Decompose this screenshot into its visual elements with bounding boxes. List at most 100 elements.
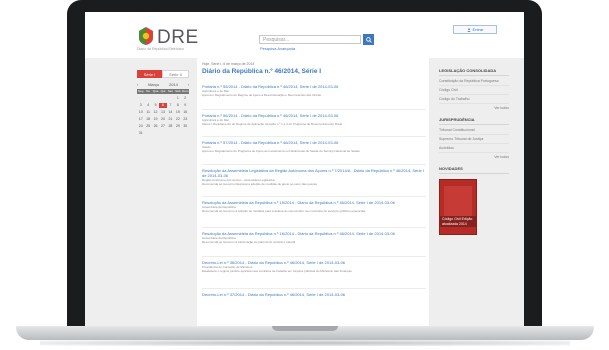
legislation-see-all-link[interactable]: Ver todos bbox=[439, 106, 509, 111]
diploma-summary: Recomenda ao Governo Regional a adoção d… bbox=[202, 182, 317, 186]
site-logo[interactable]: DRE Diário da República Eletrónico bbox=[137, 26, 207, 52]
calendar-day[interactable]: 20 bbox=[159, 117, 166, 122]
calendar-day[interactable]: 14 bbox=[167, 110, 174, 115]
calendar-empty-cell bbox=[137, 96, 144, 101]
weekday-label: Qua bbox=[152, 89, 159, 93]
calendar-day[interactable]: 12 bbox=[152, 110, 159, 115]
search-input[interactable]: Pesquisar... bbox=[259, 35, 361, 44]
diploma-entry: Decreto-Lei n.º 37/2014 - Diário da Repú… bbox=[202, 292, 426, 297]
sidebar-link[interactable]: Constituição da República Portuguesa bbox=[439, 79, 509, 86]
diploma-entry: Portaria n.º 57/2014 - Diário da Repúbli… bbox=[202, 140, 426, 153]
sidebar-link[interactable]: Tribunal Constitucional bbox=[439, 128, 509, 135]
calendar-day[interactable]: 27 bbox=[159, 124, 166, 129]
calendar-day[interactable]: 17 bbox=[137, 117, 144, 122]
calendar-day[interactable]: 9 bbox=[182, 103, 189, 108]
sidebar-link[interactable]: Supremo Tribunal de Justiça bbox=[439, 137, 509, 144]
calendar-day[interactable]: 23 bbox=[182, 117, 189, 122]
divider bbox=[202, 227, 426, 228]
calendar-day[interactable]: 31 bbox=[137, 131, 144, 136]
prev-month-button[interactable]: ‹ bbox=[137, 82, 138, 87]
jurisprudence-title: JURISPRUDÊNCIA bbox=[439, 117, 475, 122]
divider bbox=[439, 124, 509, 125]
calendar-weekdays: Seg Ter Qua Qui Sex Sáb Dom bbox=[137, 89, 189, 94]
legislation-list: Constituição da República Portuguesa Códi… bbox=[439, 79, 509, 104]
calendar-day[interactable]: 11 bbox=[144, 110, 151, 115]
diploma-entry: Portaria n.º 56/2014 - Diário da Repúbli… bbox=[202, 113, 426, 126]
calendar-day[interactable]: 22 bbox=[174, 117, 181, 122]
calendar-grid: 1 2 3 4 5 6 7 8 9 10 11 12 13 14 15 16 17 18 19 20 21 22 23 24 2… bbox=[137, 96, 189, 136]
calendar-panel: Série I Série II ‹ Março 2014 › Seg Ter Qu… bbox=[137, 70, 189, 136]
next-month-button[interactable]: › bbox=[188, 82, 189, 87]
calendar-day[interactable]: 1 bbox=[174, 96, 181, 101]
weekday-label: Sex bbox=[167, 89, 173, 93]
browser-viewport: DRE Diário da República Eletrónico Pesqu… bbox=[85, 12, 524, 326]
calendar-day[interactable]: 28 bbox=[167, 124, 174, 129]
diploma-summary: Aprova o Regulamento do Programa de Apoi… bbox=[202, 149, 360, 153]
divider bbox=[439, 173, 509, 174]
logo-text: DRE bbox=[157, 27, 199, 48]
weekday-label: Qui bbox=[160, 89, 166, 93]
calendar-day[interactable]: 15 bbox=[174, 110, 181, 115]
calendar-day[interactable]: 21 bbox=[167, 117, 174, 122]
calendar-empty-cell bbox=[152, 96, 159, 101]
news-title: NOVIDADES bbox=[439, 166, 463, 171]
page-title: Diário da República n.º 46/2014, Série I bbox=[202, 68, 322, 75]
user-icon bbox=[466, 27, 471, 32]
calendar-day[interactable]: 29 bbox=[174, 124, 181, 129]
calendar-day[interactable]: 7 bbox=[167, 103, 174, 108]
calendar-header: ‹ Março 2014 › bbox=[137, 82, 189, 87]
calendar-day[interactable]: 24 bbox=[137, 124, 144, 129]
calendar-day[interactable]: 13 bbox=[159, 110, 166, 115]
calendar-day[interactable]: 30 bbox=[182, 124, 189, 129]
jurisprudence-see-all-link[interactable]: Ver todos bbox=[439, 155, 509, 160]
tab-series-1[interactable]: Série I bbox=[137, 70, 162, 78]
diploma-title-link[interactable]: Resolução da Assembleia Legislativa da R… bbox=[202, 168, 426, 178]
book-label: Código Civil Edição atualizada 2014 bbox=[440, 216, 476, 227]
diploma-entry: Resolução da Assembleia Legislativa da R… bbox=[202, 168, 426, 186]
series-tabs: Série I Série II bbox=[137, 70, 189, 78]
tab-series-2[interactable]: Série II bbox=[162, 70, 189, 78]
breadcrumb: Hoje, Série I, 6 de março de 2014 bbox=[202, 62, 255, 66]
diploma-entry: Portaria n.º 55/2014 - Diário da Repúbli… bbox=[202, 84, 426, 97]
diploma-title-link[interactable]: Decreto-Lei n.º 37/2014 - Diário da Repú… bbox=[202, 292, 426, 297]
calendar-day[interactable]: 16 bbox=[182, 110, 189, 115]
divider bbox=[202, 109, 426, 110]
calendar-day[interactable]: 8 bbox=[174, 103, 181, 108]
calendar-empty-cell bbox=[167, 96, 174, 101]
calendar-day[interactable]: 2 bbox=[182, 96, 189, 101]
legislation-title: LEGISLAÇÃO CONSOLIDADA bbox=[439, 68, 497, 73]
diploma-entry: Resolução da Assembleia da República n.º… bbox=[202, 231, 426, 244]
calendar-day[interactable]: 5 bbox=[152, 103, 159, 108]
calendar-day[interactable]: 19 bbox=[152, 117, 159, 122]
diploma-summary: Estabelece o regime jurídico aplicável a… bbox=[202, 269, 352, 273]
calendar-day[interactable]: 4 bbox=[144, 103, 151, 108]
diploma-summary: Recomenda ao Governo a valorização do pa… bbox=[202, 240, 296, 244]
logo-subtitle: Diário da República Eletrónico bbox=[137, 47, 185, 51]
diploma-summary: Recomenda ao Governo a adoção de medidas… bbox=[202, 209, 366, 213]
divider bbox=[202, 136, 426, 137]
portugal-emblem-icon bbox=[139, 27, 153, 45]
diploma-summary: Aprova o Regulamento do Regime de Apoio … bbox=[202, 93, 322, 97]
calendar-day[interactable]: 10 bbox=[137, 110, 144, 115]
sidebar-link[interactable]: Acórdãos bbox=[439, 146, 509, 153]
calendar-day[interactable]: 3 bbox=[137, 103, 144, 108]
calendar-empty-cell bbox=[159, 96, 166, 101]
divider bbox=[439, 75, 509, 76]
divider bbox=[202, 288, 426, 289]
search-button[interactable] bbox=[363, 34, 374, 45]
site-header: DRE Diário da República Eletrónico Pesqu… bbox=[85, 12, 524, 58]
login-button[interactable]: Entrar bbox=[453, 25, 497, 34]
sidebar-link[interactable]: Código do Trabalho bbox=[439, 97, 509, 104]
weekday-label: Dom bbox=[182, 89, 189, 93]
sidebar-link[interactable]: Código Civil bbox=[439, 88, 509, 95]
book-cover[interactable]: Código Civil Edição atualizada 2014 bbox=[439, 179, 477, 235]
calendar-day[interactable]: 6 bbox=[159, 103, 167, 108]
calendar-day[interactable]: 25 bbox=[144, 124, 151, 129]
advanced-search-link[interactable]: Pesquisa Avançada bbox=[260, 46, 295, 51]
calendar-day[interactable]: 26 bbox=[152, 124, 159, 129]
calendar-month: Março bbox=[148, 82, 160, 87]
calendar-empty-cell bbox=[144, 96, 151, 101]
search-icon bbox=[365, 36, 372, 43]
weekday-label: Sáb bbox=[175, 89, 181, 93]
calendar-day[interactable]: 18 bbox=[144, 117, 151, 122]
